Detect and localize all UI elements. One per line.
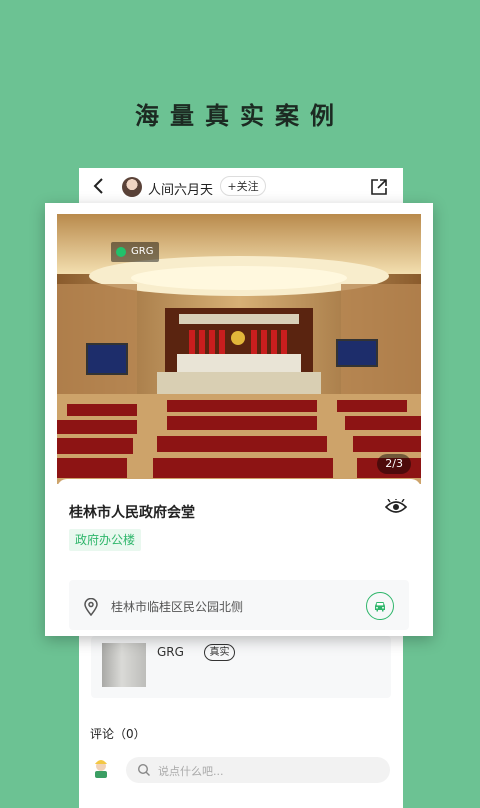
image-counter: 2/3 (377, 454, 411, 474)
brand-tag: GRG (111, 242, 160, 262)
address-text: 桂林市临桂区民公园北侧 (111, 600, 244, 614)
related-item[interactable]: GRG 真实 (91, 636, 391, 698)
related-title: GRG (157, 645, 184, 659)
comment-placeholder: 说点什么吧... (158, 765, 224, 778)
eye-icon[interactable] (385, 499, 407, 515)
brand-tag-label: GRG (131, 246, 154, 257)
username[interactable]: 人间六月天 (148, 179, 213, 198)
authentic-badge: 真实 (204, 644, 235, 661)
top-bar: 人间六月天 +关注 (79, 168, 403, 204)
follow-button[interactable]: +关注 (220, 176, 266, 196)
address-bar[interactable]: 桂林市临桂区民公园北侧 (69, 580, 409, 630)
share-icon[interactable] (369, 177, 389, 197)
navigate-button[interactable] (366, 592, 394, 620)
status-dot (116, 247, 126, 257)
user-avatar[interactable] (122, 177, 142, 197)
case-info-panel: 桂林市人民政府会堂 政府办公楼 桂林市临桂区民公园北侧 (57, 479, 421, 634)
headline: 海量真实案例 (135, 102, 345, 130)
car-icon (375, 602, 385, 612)
comment-input[interactable]: 说点什么吧... (126, 757, 390, 783)
category-tag: 政府办公楼 (69, 529, 142, 551)
case-photo[interactable]: GRG 2/3 (57, 214, 421, 484)
commenter-avatar (95, 760, 107, 778)
related-thumbnail (102, 643, 146, 687)
search-icon (137, 763, 150, 776)
case-card: GRG 2/3 桂林市人民政府会堂 政府办公楼 桂林市临桂区民公园北侧 (45, 203, 433, 636)
back-arrow-icon[interactable] (89, 174, 109, 198)
location-pin-icon (84, 598, 98, 616)
comments-heading: 评论（0） (90, 727, 146, 741)
case-title: 桂林市人民政府会堂 (69, 505, 195, 521)
